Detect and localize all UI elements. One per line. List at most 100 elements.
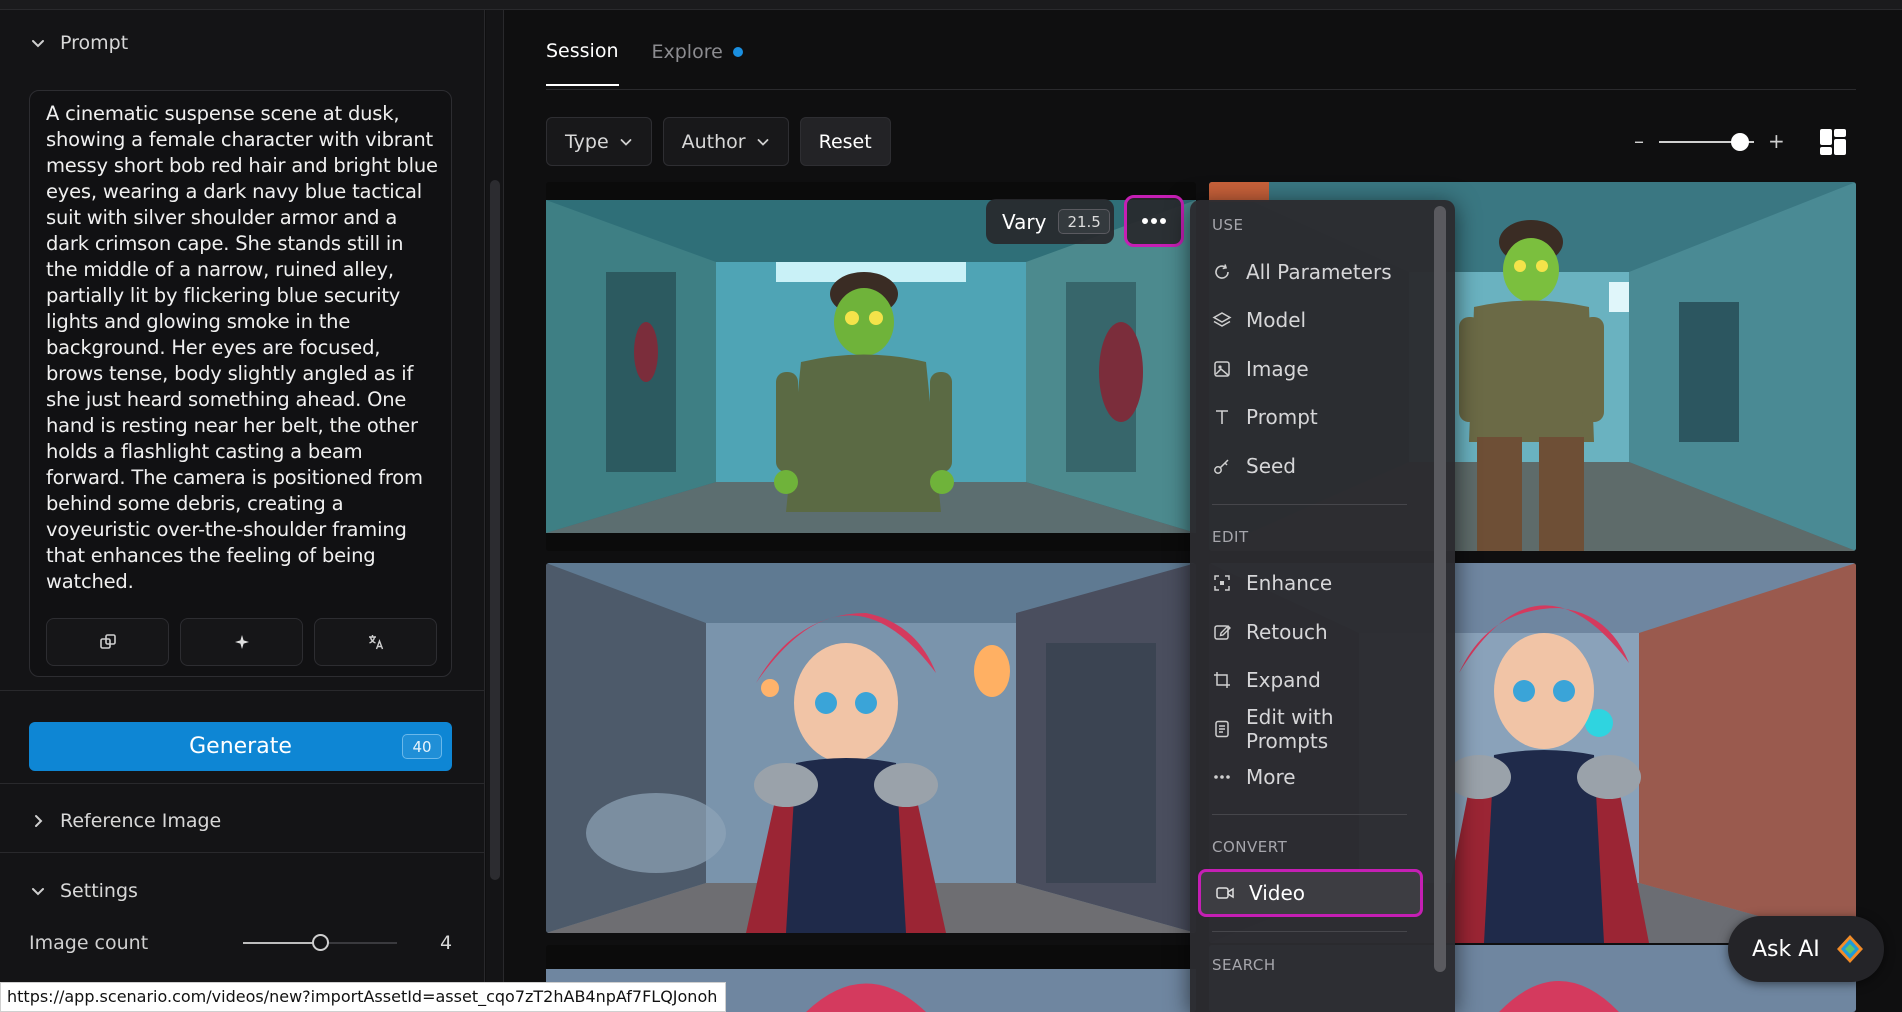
copy-prompt-button[interactable] [46, 618, 169, 666]
menu-item-model[interactable]: Model [1212, 300, 1422, 340]
enhance-icon [1214, 575, 1230, 591]
type-filter-button[interactable]: Type [546, 117, 652, 166]
prompt-tools [46, 618, 437, 666]
chevron-down-icon [30, 35, 46, 51]
divider [0, 690, 485, 691]
menu-item-label: All Parameters [1246, 260, 1392, 284]
menu-item-label: Video [1249, 881, 1306, 905]
generate-button[interactable]: Generate 40 [29, 722, 452, 771]
translate-icon [368, 635, 383, 650]
menu-group-search: SEARCH [1212, 956, 1276, 974]
text-icon [1216, 410, 1228, 424]
menu-item-prompt[interactable]: Prompt [1212, 397, 1422, 437]
reference-image-toggle[interactable]: Reference Image [30, 810, 221, 832]
slider-handle[interactable] [312, 934, 329, 951]
generated-image-heroine-1[interactable] [546, 563, 1196, 933]
image-count-value: 4 [440, 932, 453, 954]
tabs-divider [546, 89, 1856, 90]
menu-item-edit-with-prompts[interactable]: Edit with Prompts [1212, 705, 1422, 753]
divider [0, 783, 485, 784]
ellipsis-icon [1142, 218, 1166, 224]
menu-item-enhance[interactable]: Enhance [1212, 563, 1422, 603]
ellipsis-icon [1214, 775, 1230, 779]
status-bar-url: https://app.scenario.com/videos/new?impo… [0, 982, 726, 1012]
zoom-slider-handle[interactable] [1730, 133, 1749, 151]
enhance-prompt-button[interactable] [180, 618, 303, 666]
menu-item-label: More [1246, 765, 1296, 789]
sidebar: Prompt A cinematic suspense scene at dus… [0, 10, 485, 1012]
reset-filters-button[interactable]: Reset [799, 117, 891, 166]
sparkle-icon [234, 635, 249, 649]
settings-toggle[interactable]: Settings [30, 880, 138, 902]
tab-session[interactable]: Session [546, 30, 619, 86]
menu-divider [1212, 931, 1407, 932]
prompt-section-toggle[interactable]: Prompt [30, 32, 128, 54]
prompt-section-label: Prompt [60, 32, 129, 54]
menu-item-seed[interactable]: Seed [1212, 446, 1422, 486]
menu-item-video[interactable]: Video [1198, 869, 1423, 917]
refresh-icon [1215, 264, 1229, 279]
copy-icon [99, 634, 116, 649]
tab-explore[interactable]: Explore [652, 30, 743, 86]
image-count-label: Image count [29, 932, 149, 954]
settings-label: Settings [60, 880, 138, 902]
image-icon [1214, 361, 1230, 377]
menu-item-label: Prompt [1246, 405, 1318, 429]
top-bar [0, 0, 1902, 10]
new-indicator-dot [732, 47, 743, 57]
masonry-layout-icon[interactable] [1818, 127, 1848, 157]
author-filter-label: Author [681, 130, 746, 153]
menu-group-use: USE [1212, 216, 1244, 234]
sidebar-scrollbar-thumb[interactable] [490, 180, 500, 880]
video-camera-icon [1216, 887, 1234, 899]
prompt-text[interactable]: A cinematic suspense scene at dusk, show… [46, 101, 438, 595]
generate-label: Generate [189, 734, 292, 759]
more-options-button[interactable] [1124, 195, 1184, 247]
menu-item-retouch[interactable]: Retouch [1212, 612, 1422, 652]
zoom-control: – + [1634, 130, 1785, 154]
menu-item-image[interactable]: Image [1212, 349, 1422, 389]
type-filter-label: Type [565, 130, 609, 153]
ask-ai-button[interactable]: Ask AI [1728, 916, 1884, 982]
chevron-down-icon [620, 138, 632, 146]
slider-fill [243, 942, 320, 944]
menu-group-convert: CONVERT [1212, 838, 1288, 856]
chevron-right-icon [30, 813, 46, 829]
document-icon [1215, 720, 1229, 738]
tabs: Session Explore [546, 30, 743, 86]
author-filter-button[interactable]: Author [662, 117, 789, 166]
menu-divider [1212, 814, 1407, 815]
vary-cost-badge: 21.5 [1058, 209, 1110, 234]
divider [0, 852, 485, 853]
layers-icon [1212, 312, 1232, 327]
reset-label: Reset [818, 130, 872, 153]
vary-button[interactable]: Vary 21.5 [986, 199, 1114, 244]
image-count-slider[interactable] [243, 934, 397, 951]
tab-label: Explore [651, 41, 723, 63]
key-icon [1214, 459, 1229, 474]
zoom-out-button[interactable]: – [1634, 130, 1644, 152]
filter-bar: Type Author Reset [546, 117, 891, 166]
menu-item-all-parameters[interactable]: All Parameters [1212, 252, 1422, 292]
menu-divider [1212, 504, 1407, 505]
menu-group-edit: EDIT [1212, 528, 1249, 546]
menu-item-label: Edit with Prompts [1246, 705, 1334, 753]
ask-ai-label: Ask AI [1752, 936, 1820, 962]
chevron-down-icon [757, 138, 769, 146]
menu-item-label: Enhance [1246, 571, 1333, 595]
tab-label: Session [546, 40, 619, 62]
zoom-in-button[interactable]: + [1768, 130, 1785, 152]
menu-item-expand[interactable]: Expand [1212, 660, 1422, 700]
edit-icon [1214, 625, 1231, 640]
divider [503, 10, 504, 1012]
vary-label: Vary [1002, 209, 1047, 234]
menu-item-label: Expand [1246, 668, 1321, 692]
generate-cost-badge: 40 [402, 734, 442, 759]
reference-image-label: Reference Image [60, 810, 222, 832]
menu-item-more[interactable]: More [1212, 757, 1422, 797]
prompt-textarea[interactable]: A cinematic suspense scene at dusk, show… [29, 90, 452, 677]
chevron-down-icon [30, 883, 46, 899]
translate-prompt-button[interactable] [314, 618, 437, 666]
menu-scrollbar[interactable] [1434, 206, 1446, 972]
crop-icon [1214, 672, 1230, 688]
